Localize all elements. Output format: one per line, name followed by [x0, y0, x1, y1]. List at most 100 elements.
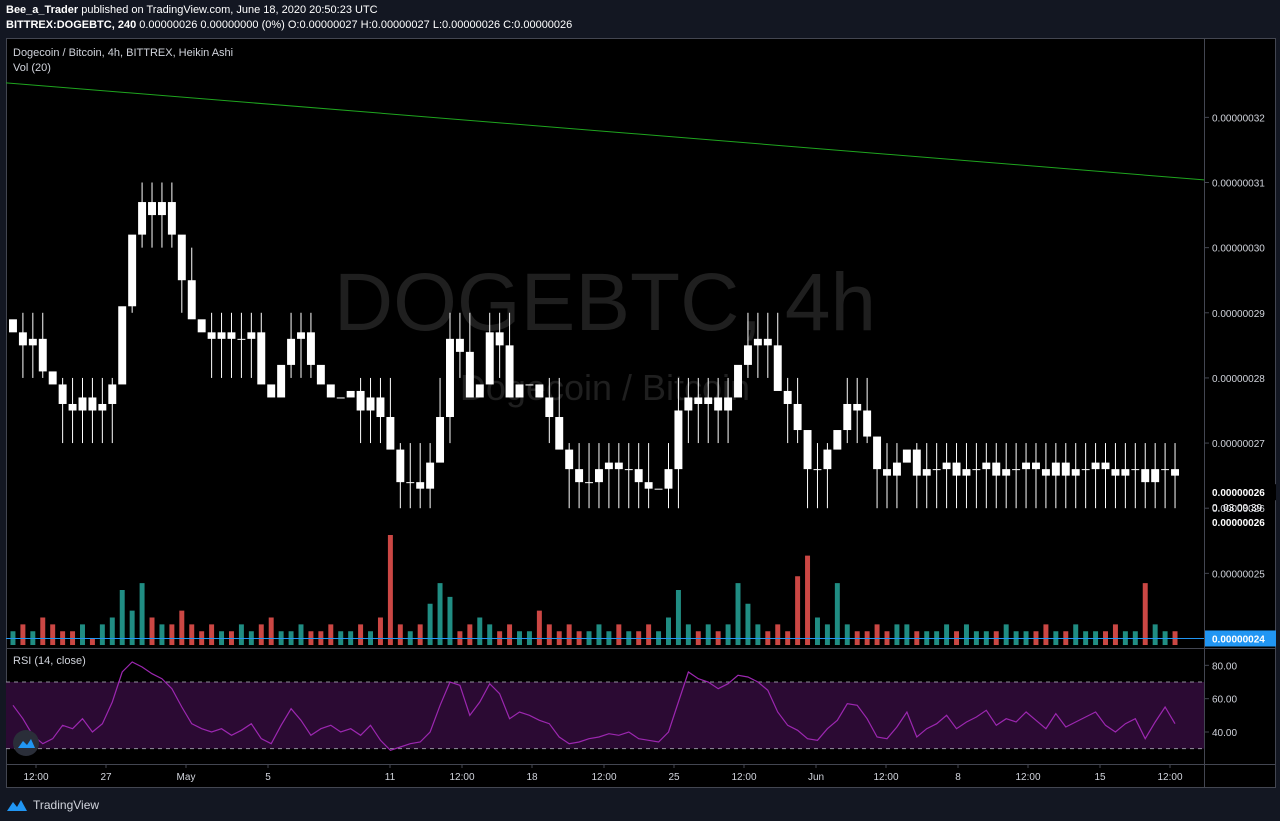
candle-body [1002, 469, 1011, 476]
candle-body [48, 371, 57, 385]
time-tick-label: 27 [100, 772, 112, 783]
time-tick-label: 8 [955, 772, 961, 783]
volume-bar [377, 617, 383, 645]
volume-bar [705, 624, 711, 645]
price-tick-label: 0.00000028 [1212, 374, 1265, 385]
candle-body [88, 397, 97, 411]
price-tick-label: 0.00000031 [1212, 179, 1265, 190]
candle-body [863, 410, 872, 437]
candle-body [306, 332, 315, 365]
candle-body [972, 469, 981, 471]
candle-body [436, 417, 445, 463]
rsi-label[interactable]: RSI (14, close) [13, 655, 86, 667]
volume-bar [80, 624, 85, 645]
volume-bar [874, 624, 880, 645]
candle-body [803, 430, 812, 470]
volume-bar [50, 624, 56, 645]
candle-body [843, 403, 852, 431]
volume-bar [944, 624, 950, 645]
time-tick-label: 12:00 [591, 772, 616, 783]
candle-body [465, 351, 474, 398]
volume-bar [209, 624, 215, 645]
time-tick-label: 12:00 [1015, 772, 1040, 783]
candle-body [157, 202, 166, 216]
candle-body [624, 469, 633, 471]
volume-bar [646, 624, 652, 645]
candle-body [1161, 469, 1170, 471]
price-tick-label: 0.00000030 [1212, 244, 1265, 255]
candle-body [108, 384, 117, 404]
volume-bar [467, 624, 473, 645]
candle-body [1171, 469, 1180, 476]
volume-bar [119, 590, 125, 645]
candle-body [833, 430, 842, 450]
candle-body [535, 384, 544, 398]
candle-body [1032, 462, 1040, 470]
time-tick-label: 5 [265, 772, 271, 783]
rsi-tick-label: 40.00 [1212, 728, 1237, 739]
candle-body [783, 390, 792, 404]
volume-bar [735, 583, 741, 645]
candle-body [1091, 462, 1100, 470]
candle-body [58, 384, 67, 404]
chart-svg[interactable]: DOGEBTC, 4h Dogecoin / Bitcoin 0.0000003… [0, 0, 1280, 821]
candle-body [1041, 469, 1050, 476]
volume-bar [824, 624, 830, 645]
volume-bar [775, 624, 781, 645]
candle-body [187, 280, 196, 320]
candle-body [167, 202, 176, 235]
candle-body [982, 462, 991, 470]
candle-body [763, 338, 772, 346]
candle-body [1022, 462, 1031, 470]
volume-bar [477, 617, 483, 645]
footer-brand[interactable]: TradingView [6, 798, 99, 812]
volume-bar [169, 624, 175, 645]
volume-bar [834, 583, 840, 645]
volume-bar [1142, 583, 1148, 645]
volume-bar [129, 610, 135, 645]
volume-bar [536, 610, 542, 645]
volume-bar [596, 624, 602, 645]
candle-body [217, 332, 226, 339]
candle-body [28, 338, 37, 346]
volume-bar [755, 624, 761, 645]
candle-body [743, 345, 752, 365]
candle-body [416, 482, 425, 489]
volume-bar [238, 624, 244, 645]
candle-body [594, 469, 603, 483]
candle-body [237, 338, 246, 340]
rsi-band-fill [6, 682, 1204, 749]
rsi-tick-label: 60.00 [1212, 695, 1237, 706]
candle-body [297, 332, 305, 339]
candle-body [674, 410, 683, 470]
volume-bar [566, 624, 572, 645]
candle-body [892, 462, 901, 476]
volume-bar [963, 624, 969, 645]
watermark-main: DOGEBTC, 4h [334, 257, 876, 348]
candle-body [604, 462, 613, 470]
candle-body [346, 390, 355, 398]
candle-body [724, 397, 733, 411]
line-price-tag: 0.00000024 [1212, 634, 1265, 645]
candle-body [495, 332, 504, 346]
candle-body [654, 488, 663, 490]
candle-body [128, 234, 137, 307]
price-tick-label: 0.00000029 [1212, 309, 1265, 320]
volume-label[interactable]: Vol (20) [13, 62, 51, 74]
time-tick-label: 12:00 [873, 772, 898, 783]
volume-bar [149, 617, 155, 645]
volume-bar [894, 624, 900, 645]
candle-body [684, 397, 693, 411]
price-tick-label: 0.00000032 [1212, 113, 1265, 124]
volume-bar [616, 624, 622, 645]
volume-bar [1003, 624, 1009, 645]
volume-bar [844, 624, 850, 645]
candle-body [575, 469, 584, 483]
volume-bar [487, 624, 493, 645]
candle-body [813, 469, 822, 471]
tv-round-logo[interactable] [13, 730, 39, 756]
candle-body [793, 403, 802, 431]
candle-body [922, 469, 931, 476]
volume-bar [328, 624, 334, 645]
candle-body [8, 319, 17, 333]
